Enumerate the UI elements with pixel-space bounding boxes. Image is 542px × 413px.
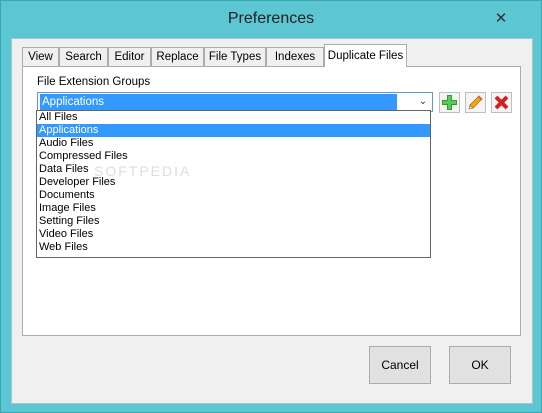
tab-indexes[interactable]: Indexes bbox=[266, 47, 324, 66]
dropdown-item-all-files[interactable]: All Files bbox=[37, 111, 430, 124]
tab-editor[interactable]: Editor bbox=[108, 47, 151, 66]
window-title: Preferences bbox=[227, 10, 315, 27]
selected-group-value: Applications bbox=[40, 94, 397, 110]
dialog-client-area: View Search Editor Replace File Types In… bbox=[11, 38, 533, 404]
dropdown-item-web-files[interactable]: Web Files bbox=[37, 241, 430, 254]
file-extension-group-select[interactable]: Applications ⌄ bbox=[37, 92, 433, 112]
delete-x-icon bbox=[494, 95, 509, 110]
cancel-button[interactable]: Cancel bbox=[369, 346, 431, 384]
ok-button[interactable]: OK bbox=[449, 346, 511, 384]
file-extension-groups-label: File Extension Groups bbox=[37, 76, 151, 88]
plus-icon bbox=[442, 95, 457, 110]
dropdown-item-setting-files[interactable]: Setting Files bbox=[37, 215, 430, 228]
dropdown-item-data-files[interactable]: Data Files bbox=[37, 163, 430, 176]
dropdown-item-developer-files[interactable]: Developer Files bbox=[37, 176, 430, 189]
tab-file-types[interactable]: File Types bbox=[204, 47, 266, 66]
chevron-down-icon[interactable]: ⌄ bbox=[416, 94, 430, 110]
tab-replace[interactable]: Replace bbox=[151, 47, 204, 66]
dropdown-item-audio-files[interactable]: Audio Files bbox=[37, 137, 430, 150]
pencil-icon bbox=[468, 95, 483, 110]
dropdown-item-applications[interactable]: Applications bbox=[37, 124, 430, 137]
add-group-button[interactable] bbox=[439, 92, 460, 113]
tab-view[interactable]: View bbox=[22, 47, 59, 66]
delete-group-button[interactable] bbox=[491, 92, 512, 113]
file-extension-group-dropdown-list: All Files Applications Audio Files Compr… bbox=[36, 110, 431, 258]
dropdown-item-video-files[interactable]: Video Files bbox=[37, 228, 430, 241]
title-bar[interactable]: Preferences ✕ bbox=[1, 1, 541, 37]
dropdown-item-documents[interactable]: Documents bbox=[37, 189, 430, 202]
preferences-window: Preferences ✕ View Search Editor Replace… bbox=[0, 0, 542, 413]
tab-search[interactable]: Search bbox=[59, 47, 108, 66]
close-icon[interactable]: ✕ bbox=[492, 10, 510, 28]
tab-duplicate-files[interactable]: Duplicate Files bbox=[324, 44, 407, 67]
edit-group-button[interactable] bbox=[465, 92, 486, 113]
dropdown-item-image-files[interactable]: Image Files bbox=[37, 202, 430, 215]
dropdown-item-compressed-files[interactable]: Compressed Files bbox=[37, 150, 430, 163]
